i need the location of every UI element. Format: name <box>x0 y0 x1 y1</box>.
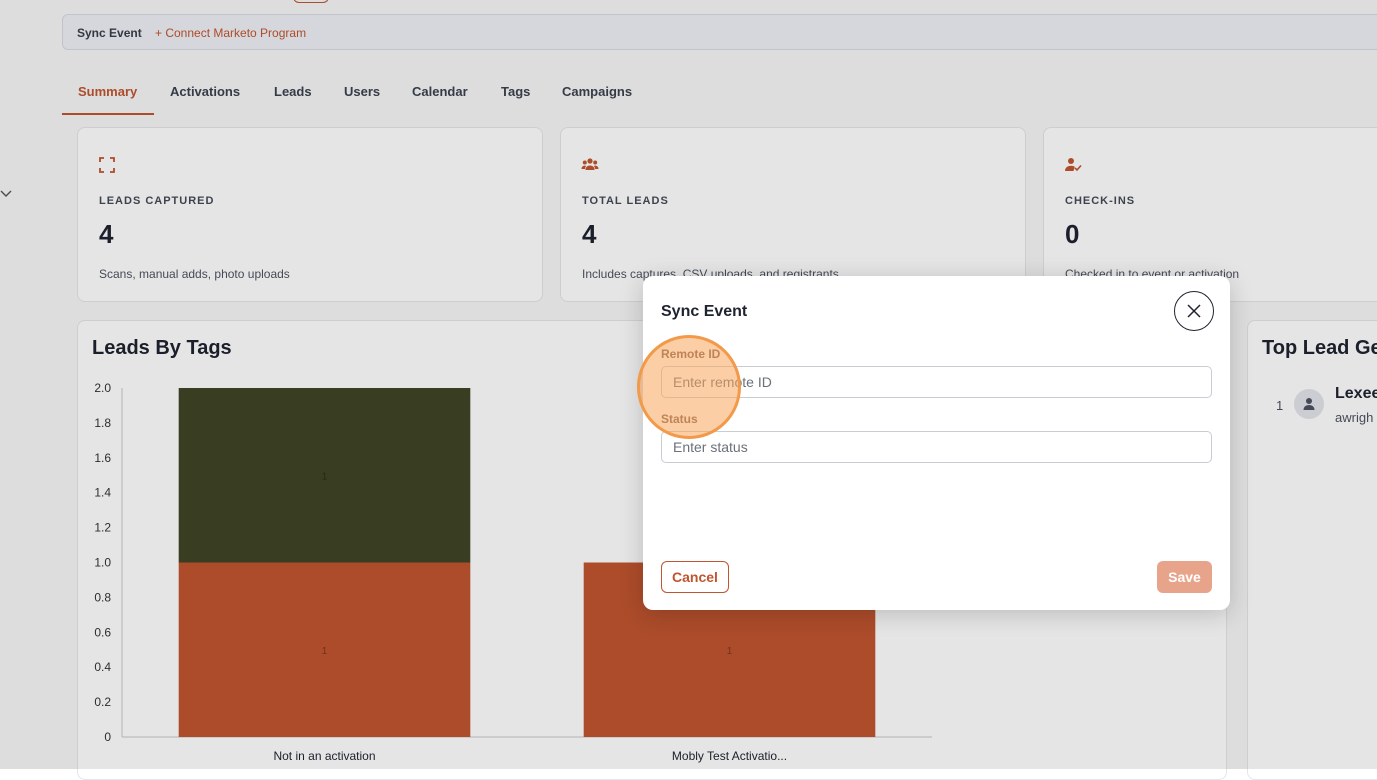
remote-id-label: Remote ID <box>661 347 721 361</box>
sync-event-modal: Sync Event Remote ID Status Cancel Save <box>643 276 1230 610</box>
cancel-button[interactable]: Cancel <box>661 561 729 593</box>
close-button[interactable] <box>1174 291 1214 331</box>
close-icon <box>1187 304 1201 318</box>
modal-title: Sync Event <box>661 303 748 320</box>
status-label: Status <box>661 412 698 426</box>
save-button[interactable]: Save <box>1157 561 1212 593</box>
remote-id-input[interactable] <box>661 366 1212 398</box>
status-input[interactable] <box>661 431 1212 463</box>
